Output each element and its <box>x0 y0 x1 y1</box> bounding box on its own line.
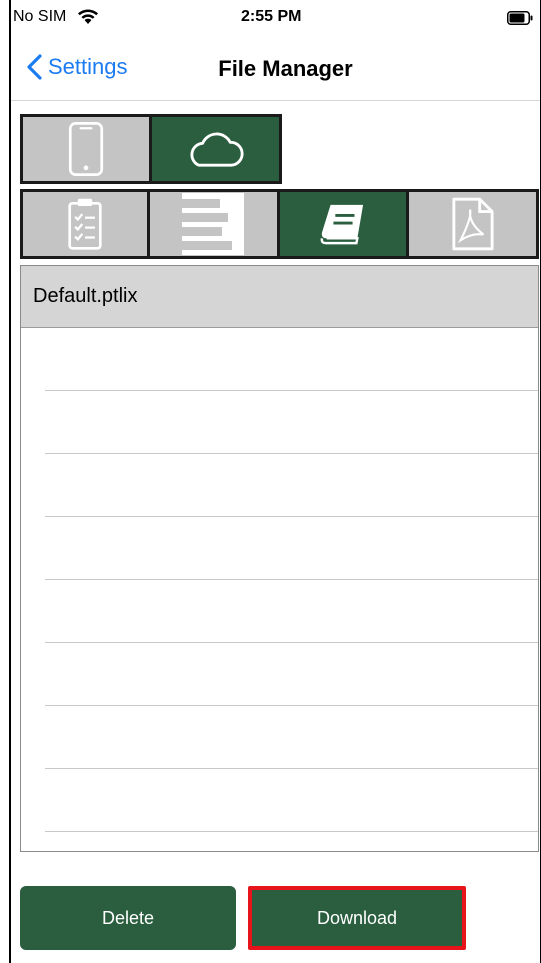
tab-cloud[interactable] <box>151 114 282 184</box>
tab-pdf[interactable] <box>409 189 539 259</box>
checklist-clipboard-icon <box>68 198 102 250</box>
phone-icon <box>68 122 103 176</box>
tab-local-device[interactable] <box>20 114 152 184</box>
list-item[interactable] <box>45 580 538 643</box>
tab-reports[interactable] <box>149 189 280 259</box>
file-list: Default.ptlix <box>20 265 539 852</box>
cloud-icon <box>190 132 244 167</box>
download-button[interactable]: Download <box>248 886 466 950</box>
list-item[interactable] <box>45 328 538 391</box>
tab-checklists[interactable] <box>20 189 150 259</box>
tab-books[interactable] <box>279 189 410 259</box>
list-item[interactable] <box>45 454 538 517</box>
list-item[interactable] <box>45 769 538 832</box>
bar-list-icon <box>182 193 245 255</box>
carrier-label: No SIM <box>13 8 67 25</box>
frame-left-border <box>9 0 11 963</box>
delete-button[interactable]: Delete <box>20 886 236 950</box>
status-time: 2:55 PM <box>241 8 302 25</box>
storage-segmented-control <box>20 114 282 184</box>
battery-icon <box>507 11 533 25</box>
book-icon <box>320 204 363 245</box>
list-item[interactable] <box>45 391 538 454</box>
page-title: File Manager <box>218 56 353 81</box>
file-type-segmented-control <box>20 189 539 259</box>
wifi-icon <box>77 7 99 25</box>
status-bar: No SIM 2:55 PM <box>11 0 540 36</box>
list-item[interactable] <box>45 706 538 769</box>
pdf-icon <box>452 197 494 251</box>
list-item[interactable] <box>45 517 538 580</box>
navigation-bar: Settings File Manager <box>11 36 540 101</box>
file-list-item-selected[interactable]: Default.ptlix <box>21 266 538 328</box>
list-item[interactable] <box>45 643 538 706</box>
